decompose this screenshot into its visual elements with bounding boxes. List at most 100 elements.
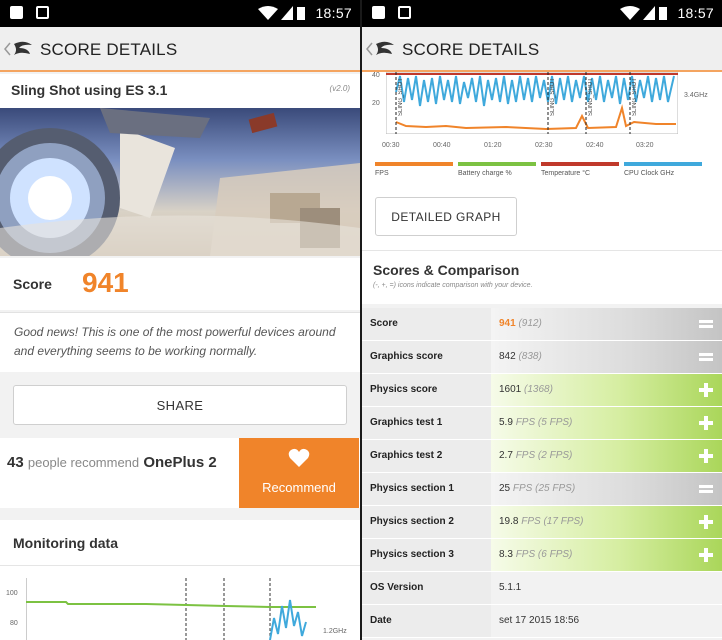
comparison-value-cell: 25 FPS (25 FPS) (491, 473, 722, 505)
right-screen: 18:57 SCORE DETAILS 40 20 3.4GHz SLING_S… (362, 0, 722, 640)
heart-icon (288, 448, 310, 467)
comparison-reference: (912) (518, 318, 542, 329)
wifi-icon (258, 6, 278, 20)
signal-icon (643, 6, 655, 20)
comparison-value-cell: 842 (838) (491, 341, 722, 373)
comparison-value-cell: 5.9 FPS (5 FPS) (491, 407, 722, 439)
comparison-row: Physics score 1601 (1368) (362, 374, 722, 407)
image-notification-icon (36, 6, 49, 19)
legend-swatch-temperature (541, 162, 619, 166)
graph-y-tick: 80 (10, 620, 18, 627)
comparison-value-number: 842 (499, 351, 516, 362)
graph-cpu-label: 1.2GHz (323, 628, 347, 635)
comparison-value-cell: 941 (912) (491, 308, 722, 340)
comparison-value: 842 (838) (499, 351, 542, 362)
comparison-value-number: 19.8 (499, 516, 519, 527)
comparison-row: Physics section 1 25 FPS (25 FPS) (362, 473, 722, 506)
back-logo-icon[interactable] (366, 39, 398, 59)
legend-label: FPS (375, 170, 389, 177)
comparison-value: 8.3 FPS (6 FPS) (499, 549, 572, 560)
status-bar: 18:57 (0, 0, 360, 27)
legend-swatch-cpu (624, 162, 702, 166)
comparison-value-cell: 2.7 FPS (2 FPS) (491, 440, 722, 472)
graph-y-tick: 40 (372, 72, 380, 79)
plus-icon (699, 515, 713, 529)
comparison-value: 1601 (1368) (499, 384, 553, 395)
graph-cpu-label: 3.4GHz (684, 92, 708, 99)
comparison-subtitle: (-, +, =) icons indicate comparison with… (373, 282, 533, 289)
graph-x-tick: 02:40 (586, 142, 604, 149)
score-label: Score (13, 276, 52, 292)
test-card: Sling Shot using ES 3.1 (v2.0) (0, 74, 360, 256)
graph-marker-label: SLING_SHOT (550, 78, 556, 117)
graph-x-tick: 03:20 (636, 142, 654, 149)
comparison-row-label: Physics section 1 (370, 483, 454, 494)
comparison-reference: FPS (6 FPS) (515, 549, 573, 560)
plus-icon (699, 548, 713, 562)
notification-icon (372, 6, 385, 19)
comparison-value-cell: 1601 (1368) (491, 374, 722, 406)
plus-icon (699, 383, 713, 397)
comparison-row-label: OS Version (370, 582, 424, 593)
back-logo-icon[interactable] (4, 39, 36, 59)
comparison-value: 5.9 FPS (5 FPS) (499, 417, 572, 428)
recommend-text: 43 people recommend OnePlus 2 (7, 453, 237, 472)
test-version: (v2.0) (329, 84, 350, 93)
recommend-button[interactable]: Recommend (239, 438, 359, 508)
comparison-row-label: Date (370, 615, 392, 626)
comparison-row: Graphics test 1 5.9 FPS (5 FPS) (362, 407, 722, 440)
comparison-reference: FPS (5 FPS) (515, 417, 573, 428)
legend-swatch-battery (458, 162, 536, 166)
comparison-row: Date set 17 2015 18:56 (362, 605, 722, 638)
comparison-row-label: Score (370, 318, 398, 329)
comparison-row-label: Physics section 2 (370, 516, 454, 527)
message-card: Good news! This is one of the most power… (0, 312, 360, 372)
divider (362, 250, 722, 251)
app-bar: SCORE DETAILS (362, 27, 722, 72)
score-value: 941 (82, 267, 129, 298)
graph-marker-label: SLING_SHOT (632, 78, 638, 117)
battery-icon (659, 7, 667, 20)
wifi-icon (620, 6, 640, 20)
comparison-value: 941 (912) (499, 318, 542, 329)
legend-swatch-fps (375, 162, 453, 166)
comparison-value-number: 2.7 (499, 450, 513, 461)
monitoring-title: Monitoring data (13, 535, 118, 551)
plus-icon (699, 416, 713, 430)
graph-x-tick: 01:20 (484, 142, 502, 149)
comparison-value-cell: 8.3 FPS (6 FPS) (491, 539, 722, 571)
comparison-value: set 17 2015 18:56 (499, 615, 579, 626)
comparison-row-label: Physics section 3 (370, 549, 454, 560)
left-screen: 18:57 SCORE DETAILS Sling Shot using ES … (0, 0, 360, 640)
page-title: SCORE DETAILS (40, 40, 178, 59)
comparison-value-number: set 17 2015 18:56 (499, 615, 580, 626)
score-card: Score 941 (0, 258, 360, 310)
legend-label: CPU Clock GHz (624, 170, 675, 177)
comparison-value-cell: set 17 2015 18:56 (491, 605, 722, 637)
detailed-graph-button[interactable]: DETAILED GRAPH (375, 197, 517, 236)
comparison-value-cell: 5.1.1 (491, 572, 722, 604)
share-button[interactable]: SHARE (13, 385, 347, 425)
comparison-row: Physics section 3 8.3 FPS (6 FPS) (362, 539, 722, 572)
equal-icon (699, 485, 713, 493)
comparison-row-label: Physics score (370, 384, 438, 395)
divider (0, 565, 360, 566)
recommend-count: 43 (7, 454, 24, 471)
recommend-button-label: Recommend (262, 480, 336, 495)
notification-icon (10, 6, 23, 19)
comparison-row-label: Graphics test 2 (370, 450, 443, 461)
comparison-row: Score 941 (912) (362, 308, 722, 341)
graph-card: 40 20 3.4GHz SLING_SHOT SLING_SHOT SLING… (362, 72, 722, 304)
comparison-row: Physics section 2 19.8 FPS (17 FPS) (362, 506, 722, 539)
comparison-value-cell: 19.8 FPS (17 FPS) (491, 506, 722, 538)
graph-y-tick: 20 (372, 100, 380, 107)
legend-label: Battery charge % (458, 170, 512, 177)
graph-x-tick: 00:40 (433, 142, 451, 149)
result-message: Good news! This is one of the most power… (14, 325, 336, 358)
image-notification-icon (398, 6, 411, 19)
comparison-row-label: Graphics score (370, 351, 443, 362)
recommend-phrase: people recommend (27, 455, 140, 470)
comparison-value-number: 25 (499, 483, 511, 494)
comparison-value-number: 8.3 (499, 549, 513, 560)
comparison-value-number: 5.1.1 (499, 582, 522, 593)
